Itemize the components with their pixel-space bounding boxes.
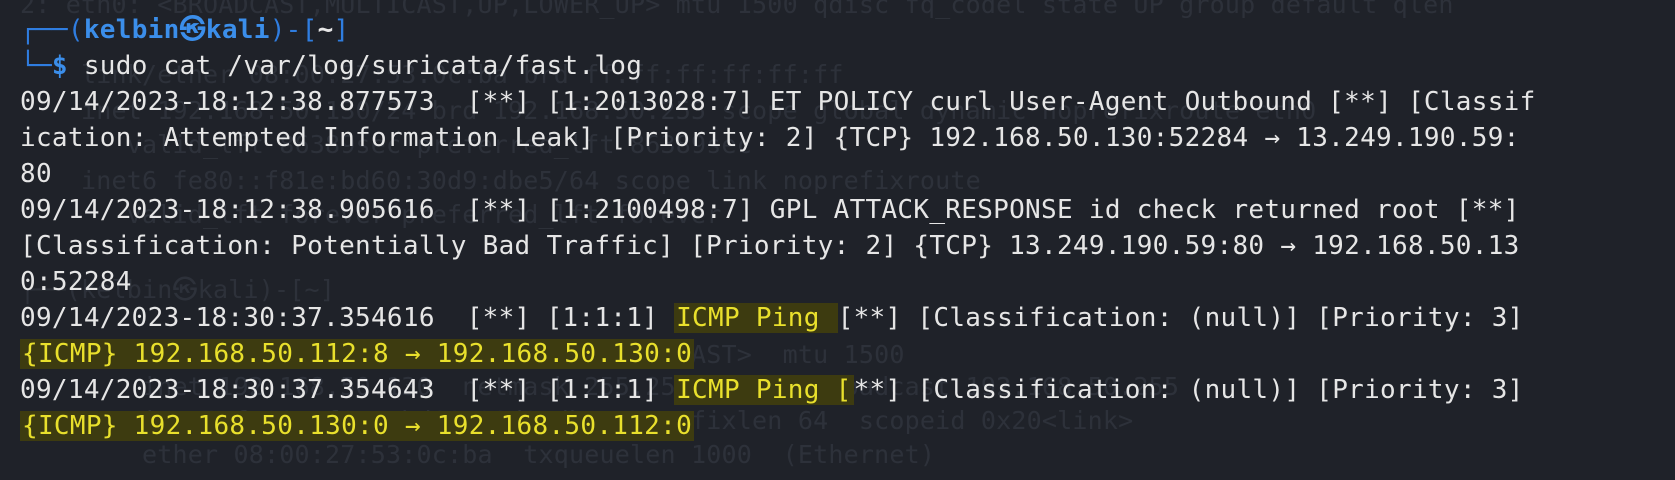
prompt-frame: )-[ [269, 15, 318, 45]
prompt-directory: ~ [317, 15, 334, 45]
log-line-icmp-2: 09/14/2023-18:30:37.354643 [**] [1:1:1] … [20, 372, 1657, 408]
log-line-icmp-1-cont: {ICMP} 192.168.50.112:8 → 192.168.50.130… [20, 336, 1657, 372]
log-text: 09/14/2023-18:30:37.354643 [**] [1:1:1] [20, 375, 675, 405]
highlighted-text: {ICMP} 192.168.50.112:8 → 192.168.50.130… [20, 339, 695, 369]
prompt-user: kelbin [83, 15, 180, 45]
prompt-frame: ] [333, 15, 350, 45]
command-text: sudo cat /var/log/suricata/fast.log [67, 51, 643, 81]
terminal-output: ┌──(kelbin㉿kali)-[~] └─$ sudo cat /var/l… [20, 12, 1657, 444]
prompt-header: ┌──(kelbin㉿kali)-[~] [20, 12, 1657, 48]
prompt-frame: ┌──( [20, 15, 84, 45]
prompt-frame: └─ [20, 51, 52, 81]
log-line: 09/14/2023-18:12:38.877573 [**] [1:20130… [20, 87, 1536, 117]
log-line-icmp-1: 09/14/2023-18:30:37.354616 [**] [1:1:1] … [20, 300, 1657, 336]
log-line: 0:52284 [20, 267, 132, 297]
highlighted-text: ICMP Ping [ [674, 375, 854, 405]
prompt-host: kali [205, 15, 270, 45]
prompt-dollar: $ [51, 51, 68, 81]
log-line: 09/14/2023-18:12:38.905616 [**] [1:21004… [20, 195, 1520, 225]
terminal-window[interactable]: 2: eth0: <BROADCAST,MULTICAST,UP,LOWER_U… [0, 0, 1675, 480]
log-line: 80 [20, 159, 52, 189]
highlighted-text: {ICMP} 192.168.50.130:0 → 192.168.50.112… [20, 411, 695, 441]
log-text: [**] [Classification: (null)] [Priority:… [837, 303, 1524, 333]
kali-skull-icon: ㉿ [179, 15, 206, 45]
highlighted-text: ICMP Ping [674, 303, 838, 333]
log-line: [Classification: Potentially Bad Traffic… [20, 231, 1520, 261]
ghost-line: ether 08:00:27:53:0c:ba txqueuelen 1000 … [20, 440, 936, 469]
log-text: 09/14/2023-18:30:37.354616 [**] [1:1:1] [20, 303, 675, 333]
log-text: **] [Classification: (null)] [Priority: … [853, 375, 1524, 405]
command-line[interactable]: └─$ sudo cat /var/log/suricata/fast.log [20, 48, 1657, 84]
log-line: ication: Attempted Information Leak] [Pr… [20, 123, 1520, 153]
log-line-icmp-2-cont: {ICMP} 192.168.50.130:0 → 192.168.50.112… [20, 408, 1657, 444]
